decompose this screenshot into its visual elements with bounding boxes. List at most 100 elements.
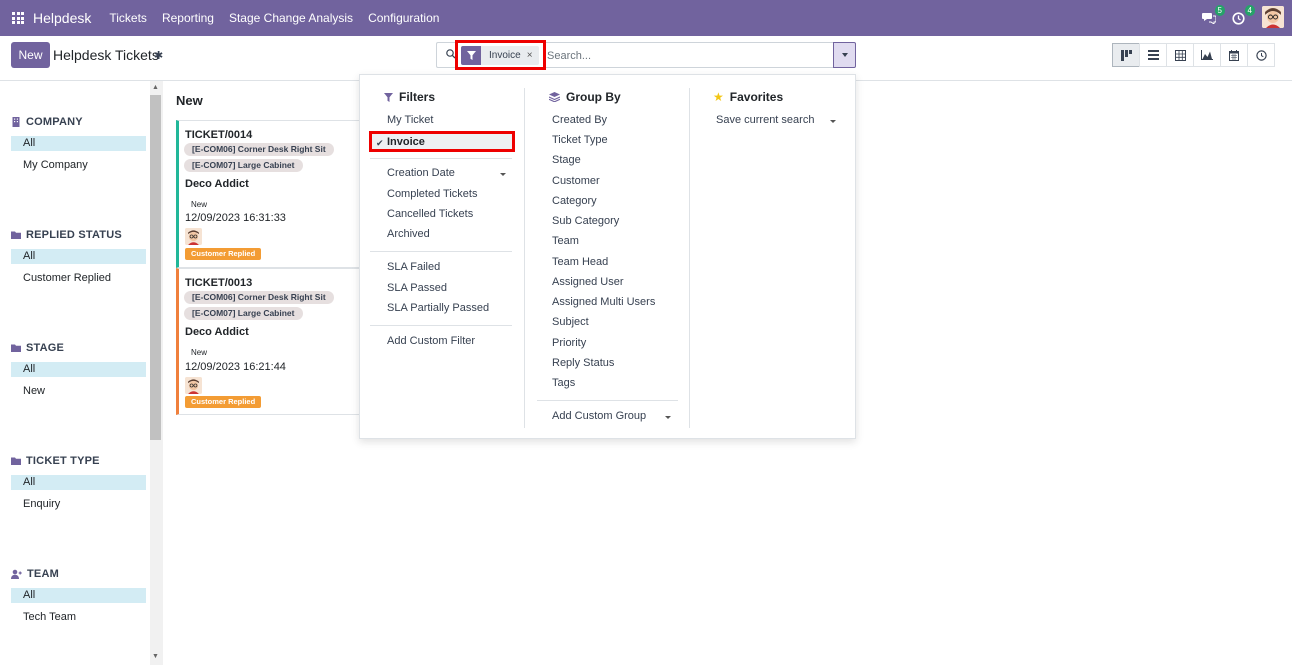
kanban-card[interactable]: TICKET/0014 [E-COM06] Corner Desk Right …	[176, 120, 360, 268]
kanban-icon	[1120, 49, 1132, 61]
filter-completed-tickets[interactable]: Completed Tickets	[387, 188, 477, 200]
sidebar-item-company-all[interactable]: All	[11, 136, 146, 151]
filter-my-ticket[interactable]: My Ticket	[387, 114, 433, 126]
add-custom-group[interactable]: Add Custom Group	[552, 410, 646, 422]
gear-icon[interactable]: ✱	[154, 49, 163, 62]
search-facet-invoice[interactable]: Invoice ×	[461, 46, 539, 65]
groupby-tags[interactable]: Tags	[552, 377, 575, 389]
product-tag: [E-COM07] Large Cabinet	[184, 307, 303, 320]
divider	[370, 158, 512, 159]
search-bar[interactable]: Invoice ×	[436, 42, 834, 68]
scroll-down-icon[interactable]: ▼	[152, 653, 159, 660]
sidebar-item-stage-all[interactable]: All	[11, 362, 146, 377]
column-divider	[689, 88, 690, 428]
groupby-stage[interactable]: Stage	[552, 154, 581, 166]
filter-sla-passed[interactable]: SLA Passed	[387, 282, 447, 294]
folder-icon	[11, 457, 21, 465]
save-current-search[interactable]: Save current search	[716, 114, 814, 126]
menu-reporting[interactable]: Reporting	[162, 11, 214, 25]
groupby-sub-category[interactable]: Sub Category	[552, 215, 619, 227]
search-options-dropdown: Filters My Ticket ✔ Invoice Creation Dat…	[359, 74, 856, 439]
filter-sla-partially-passed[interactable]: SLA Partially Passed	[387, 302, 489, 314]
facet-remove-icon[interactable]: ×	[527, 50, 539, 61]
groupby-reply-status[interactable]: Reply Status	[552, 357, 614, 369]
filters-title: Filters	[399, 90, 436, 104]
menu-configuration[interactable]: Configuration	[368, 11, 439, 25]
sidebar-item-team-all[interactable]: All	[11, 588, 146, 603]
sidebar-item-tech-team[interactable]: Tech Team	[11, 610, 146, 625]
search-input[interactable]	[547, 47, 817, 64]
caret-down-icon[interactable]	[830, 120, 836, 123]
graph-view-button[interactable]	[1193, 43, 1221, 67]
view-switcher	[1112, 43, 1275, 67]
sidebar-item-type-all[interactable]: All	[11, 475, 146, 490]
divider	[370, 251, 512, 252]
kanban-card[interactable]: TICKET/0013 [E-COM06] Corner Desk Right …	[176, 268, 360, 415]
list-view-button[interactable]	[1139, 43, 1167, 67]
add-custom-filter[interactable]: Add Custom Filter	[387, 335, 475, 347]
groupby-customer[interactable]: Customer	[552, 175, 600, 187]
activities-button[interactable]: 4	[1232, 5, 1255, 26]
groupby-team[interactable]: Team	[552, 235, 579, 247]
sidebar-section-replied-status: REPLIED STATUS All Customer Replied	[11, 228, 146, 286]
groupby-priority[interactable]: Priority	[552, 337, 586, 349]
menu-stage-change-analysis[interactable]: Stage Change Analysis	[229, 11, 353, 25]
messages-button[interactable]: 5	[1202, 5, 1225, 26]
filter-creation-date[interactable]: Creation Date	[387, 167, 455, 179]
divider	[537, 400, 678, 401]
status-badge: Customer Replied	[185, 248, 262, 260]
search-options-toggle[interactable]	[833, 42, 856, 68]
caret-down-icon[interactable]	[500, 173, 506, 176]
sidebar-item-customer-replied[interactable]: Customer Replied	[11, 271, 146, 286]
filter-invoice-label: Invoice	[387, 136, 425, 148]
filter-invoice[interactable]: ✔ Invoice	[369, 131, 515, 152]
calendar-view-button[interactable]	[1220, 43, 1248, 67]
area-chart-icon	[1201, 50, 1213, 60]
groupby-created-by[interactable]: Created By	[552, 114, 607, 126]
list-icon	[1147, 50, 1159, 60]
groupby-team-head[interactable]: Team Head	[552, 256, 608, 268]
groupby-assigned-user[interactable]: Assigned User	[552, 276, 624, 288]
filter-icon	[461, 46, 481, 65]
layers-icon	[549, 92, 560, 102]
app-brand[interactable]: Helpdesk	[33, 10, 91, 26]
groupby-category[interactable]: Category	[552, 195, 597, 207]
apps-menu-icon[interactable]	[12, 12, 24, 24]
groupby-subject[interactable]: Subject	[552, 316, 589, 328]
filter-icon	[384, 92, 393, 102]
sidebar-scrollbar[interactable]: ▲ ▼	[150, 81, 163, 665]
column-divider	[524, 88, 525, 428]
sidebar-heading: TEAM	[11, 567, 146, 581]
sidebar-item-replied-all[interactable]: All	[11, 249, 146, 264]
kanban-view-button[interactable]	[1112, 43, 1140, 67]
sidebar-item-stage-new[interactable]: New	[11, 384, 146, 399]
filter-archived[interactable]: Archived	[387, 228, 430, 240]
sidebar-heading-label: REPLIED STATUS	[26, 229, 122, 241]
search-icon	[446, 49, 456, 59]
building-icon	[12, 117, 20, 127]
sidebar-item-my-company[interactable]: My Company	[11, 158, 146, 173]
divider	[370, 325, 512, 326]
sidebar-heading: COMPANY	[11, 115, 146, 129]
groupby-title: Group By	[566, 90, 621, 104]
groupby-ticket-type[interactable]: Ticket Type	[552, 134, 608, 146]
activities-count-badge: 4	[1244, 5, 1255, 16]
folder-icon	[11, 231, 21, 239]
favorites-heading: ★ Favorites	[713, 90, 783, 104]
scrollbar-thumb[interactable]	[150, 95, 161, 440]
user-avatar[interactable]	[1262, 6, 1284, 28]
sidebar-heading: STAGE	[11, 341, 146, 355]
activity-view-button[interactable]	[1247, 43, 1275, 67]
sidebar-item-enquiry[interactable]: Enquiry	[11, 497, 146, 512]
caret-down-icon[interactable]	[665, 416, 671, 419]
clock-icon	[1232, 12, 1245, 25]
page-title: Helpdesk Tickets	[53, 47, 159, 63]
filter-cancelled-tickets[interactable]: Cancelled Tickets	[387, 208, 473, 220]
filter-sla-failed[interactable]: SLA Failed	[387, 261, 440, 273]
star-icon: ★	[713, 90, 724, 104]
scroll-up-icon[interactable]: ▲	[152, 84, 159, 91]
groupby-assigned-multi-users[interactable]: Assigned Multi Users	[552, 296, 655, 308]
pivot-view-button[interactable]	[1166, 43, 1194, 67]
new-button[interactable]: New	[11, 42, 50, 68]
menu-tickets[interactable]: Tickets	[109, 11, 147, 25]
